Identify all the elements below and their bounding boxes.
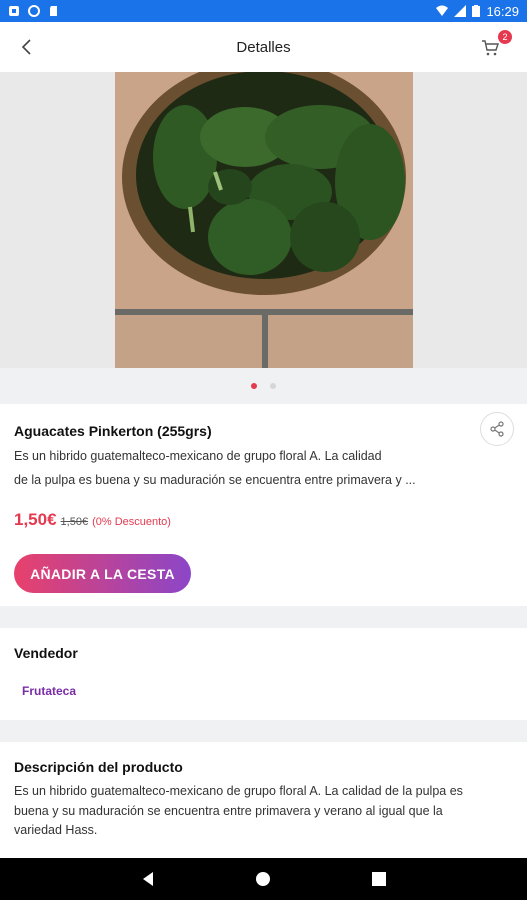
gallery-dots — [0, 368, 527, 404]
vendor-title: Vendedor — [14, 645, 78, 661]
cart-button[interactable]: 2 — [481, 30, 512, 60]
product-title: Aguacates Pinkerton (255grs) — [14, 423, 212, 439]
sync-icon — [28, 5, 40, 17]
description-title: Descripción del producto — [14, 759, 183, 775]
price-row: 1,50€ 1,50€ (0% Descuento) — [14, 510, 171, 530]
back-arrow-icon — [21, 39, 31, 55]
product-desc-line-1: Es un hibrido guatemalteco-mexicano de g… — [14, 449, 382, 463]
app-bar: Detalles 2 — [0, 22, 527, 72]
back-button[interactable] — [14, 34, 40, 60]
description-body: Es un hibrido guatemalteco-mexicano de g… — [14, 784, 463, 837]
notification-icon — [9, 6, 19, 16]
discount-label: (0% Descuento) — [92, 516, 171, 528]
gallery-dot-2[interactable] — [270, 383, 276, 389]
product-card: Aguacates Pinkerton (255grs) Es un hibri… — [0, 404, 527, 606]
product-gallery[interactable] — [0, 72, 527, 368]
share-button[interactable] — [480, 412, 514, 446]
system-nav-bar — [0, 858, 527, 900]
cart-icon — [482, 40, 499, 56]
nav-recents-icon — [372, 872, 387, 886]
signal-icon — [454, 5, 467, 17]
status-bar: 16:29 — [0, 0, 527, 22]
current-price: 1,50€ — [14, 510, 57, 529]
vendor-section: Vendedor Frutateca — [0, 628, 527, 720]
battery-icon — [472, 5, 481, 17]
add-to-cart-button[interactable]: AÑADIR A LA CESTA — [14, 554, 191, 593]
gallery-dot-1[interactable] — [251, 383, 257, 389]
nav-home-button[interactable] — [254, 870, 272, 888]
vendor-link[interactable]: Frutateca — [22, 684, 76, 698]
avocado-basket-image — [115, 72, 413, 368]
nav-back-icon — [142, 872, 153, 886]
product-desc-line-2: de la pulpa es buena y su maduración se … — [14, 473, 416, 487]
share-icon — [490, 421, 504, 437]
old-price: 1,50€ — [60, 516, 89, 528]
sd-card-icon — [50, 6, 57, 16]
nav-home-icon — [256, 872, 271, 886]
status-time: 16:29 — [486, 3, 519, 19]
nav-back-button[interactable] — [139, 870, 157, 888]
wifi-icon — [436, 5, 449, 16]
cart-count-badge: 2 — [498, 30, 512, 44]
description-section: Descripción del producto Es un hibrido g… — [0, 742, 527, 858]
nav-recents-button[interactable] — [370, 870, 388, 888]
product-short-description: Es un hibrido guatemalteco-mexicano de g… — [14, 444, 484, 492]
page-title: Detalles — [236, 38, 291, 56]
product-photo[interactable] — [115, 72, 413, 368]
